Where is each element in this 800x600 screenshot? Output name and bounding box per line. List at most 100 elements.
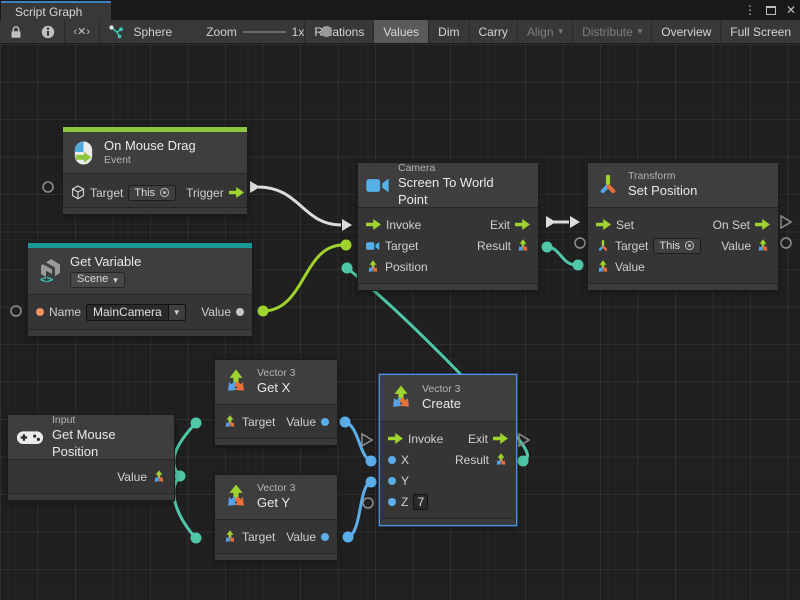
dropdown-caret-icon: ▾ (559, 26, 564, 37)
vector3-port-icon[interactable] (223, 415, 237, 429)
unconnected-flow-indicator[interactable] (362, 434, 372, 446)
node-set-position[interactable]: Transform Set Position Set On Set Target (588, 163, 778, 290)
wire-trigger-to-invoke[interactable] (258, 187, 341, 225)
vector3-port-icon[interactable] (756, 239, 770, 253)
wire-endpoint[interactable] (191, 533, 202, 544)
flow-arrow-icon[interactable] (229, 187, 244, 198)
zoom-label: Zoom (206, 25, 237, 39)
variable-scope-dropdown[interactable]: Scene ▾ (70, 272, 125, 288)
dim-button[interactable]: Dim (428, 20, 468, 43)
target-this-field[interactable]: This (653, 238, 701, 254)
port-value-dot[interactable] (236, 308, 244, 316)
variable-name-dropdown[interactable]: ▼ (169, 304, 186, 321)
port-x-dot[interactable] (388, 456, 396, 464)
align-button[interactable]: Align▾ (517, 20, 572, 43)
camera-port-icon[interactable] (366, 241, 380, 251)
zoom-slider[interactable] (243, 20, 286, 43)
node-get-variable[interactable]: <> Get Variable Scene ▾ Name MainCamera … (28, 243, 252, 336)
flow-arrow-icon[interactable] (755, 219, 770, 230)
transform-port-icon[interactable] (596, 239, 610, 253)
gameobject-cube-icon[interactable] (71, 185, 85, 200)
wire-endpoint[interactable] (341, 240, 352, 251)
node-screen-to-world-point[interactable]: Camera Screen To World Point Invoke Exit… (358, 163, 538, 290)
distribute-button[interactable]: Distribute▾ (572, 20, 651, 43)
port-y-dot[interactable] (388, 477, 396, 485)
carry-button[interactable]: Carry (469, 20, 517, 43)
zoom-slider-handle[interactable] (321, 26, 332, 37)
port-label: Value (117, 470, 147, 484)
wire-mousepos-to-getx[interactable] (174, 424, 195, 476)
graph-canvas[interactable]: On Mouse Drag Event Target This Trigger (0, 44, 800, 600)
vector3-port-icon[interactable] (494, 453, 508, 467)
wire-gety-to-createy[interactable] (348, 483, 369, 537)
object-picker-icon[interactable] (684, 240, 695, 251)
vector3-icon (223, 484, 249, 510)
node-get-mouse-position[interactable]: Input Get Mouse Position Value (8, 415, 174, 500)
port-value-dot[interactable] (321, 418, 329, 426)
wire-endpoint[interactable] (518, 456, 529, 467)
node-vector3-create[interactable]: Vector 3 Create Invoke Exit X Result (380, 375, 516, 525)
wire-getx-to-createx[interactable] (345, 422, 369, 460)
node-on-mouse-drag[interactable]: On Mouse Drag Event Target This Trigger (63, 127, 247, 214)
flow-arrow-icon[interactable] (493, 433, 508, 444)
vector3-port-icon[interactable] (223, 530, 237, 544)
info-icon[interactable] (32, 20, 64, 43)
node-get-x[interactable]: Vector 3 Get X Target Value (215, 360, 337, 445)
port-label: Target (385, 239, 418, 253)
vector3-port-icon[interactable] (366, 260, 380, 274)
wire-endpoint[interactable] (366, 456, 377, 467)
wire-endpoint[interactable] (573, 260, 584, 271)
wire-endpoint[interactable] (340, 417, 351, 428)
vector3-port-icon[interactable] (516, 239, 530, 253)
object-picker-icon[interactable] (159, 187, 170, 198)
port-z-dot[interactable] (388, 498, 396, 506)
unconnected-flow-indicator[interactable] (781, 216, 791, 228)
vector3-port-icon[interactable] (596, 260, 610, 274)
flow-arrow-icon[interactable] (366, 219, 381, 230)
node-title: Get Variable (70, 254, 141, 270)
target-this-field[interactable]: This (128, 185, 176, 201)
z-value-field[interactable]: 7 (413, 494, 428, 510)
unconnected-port-indicator[interactable] (43, 182, 53, 192)
tab-script-graph[interactable]: Script Graph (1, 1, 111, 20)
wire-endpoint[interactable] (175, 471, 186, 482)
variable-name-field[interactable]: MainCamera (86, 304, 169, 321)
vector3-port-icon[interactable] (152, 470, 166, 484)
wire-variable-to-target[interactable] (263, 245, 343, 311)
flow-arrow-icon[interactable] (515, 219, 530, 230)
wire-endpoint[interactable] (343, 532, 354, 543)
flow-arrow-icon[interactable] (596, 219, 611, 230)
code-view-icon[interactable]: ‹✕› (64, 20, 99, 43)
port-label: Target (242, 415, 275, 429)
port-name-dot[interactable] (36, 308, 44, 316)
wire-endpoint[interactable] (258, 306, 269, 317)
port-value-dot[interactable] (321, 533, 329, 541)
unconnected-port-indicator[interactable] (11, 306, 21, 316)
wire-input-arrow[interactable] (342, 219, 352, 231)
node-subtitle: Event (104, 154, 196, 167)
wire-endpoint[interactable] (342, 263, 353, 274)
wire-mousepos-to-gety[interactable] (174, 476, 195, 537)
window-menu-icon[interactable]: ⋮ (744, 0, 756, 20)
wire-endpoint[interactable] (366, 477, 377, 488)
zoom-value: 1x (292, 25, 305, 39)
wire-endpoint[interactable] (191, 418, 202, 429)
overview-button[interactable]: Overview (651, 20, 720, 43)
node-title: Get Y (257, 495, 296, 511)
unconnected-port-indicator[interactable] (363, 498, 373, 508)
zoom-slider-track[interactable] (243, 31, 286, 33)
fullscreen-button[interactable]: Full Screen (720, 20, 800, 43)
close-icon[interactable]: ✕ (786, 0, 796, 20)
unconnected-port-indicator[interactable] (575, 238, 585, 248)
values-button[interactable]: Values (373, 20, 428, 43)
flow-arrow-icon[interactable] (388, 433, 403, 444)
wire-endpoint[interactable] (542, 242, 553, 253)
maximize-icon[interactable] (766, 6, 776, 15)
port-label: X (401, 453, 409, 467)
relations-button[interactable]: Relations (304, 20, 373, 43)
titlebar: Script Graph ⋮ ✕ (0, 0, 800, 20)
node-get-y[interactable]: Vector 3 Get Y Target Value (215, 475, 337, 560)
unconnected-port-indicator[interactable] (781, 238, 791, 248)
lock-icon[interactable] (0, 20, 32, 43)
wire-input-arrow[interactable] (570, 216, 580, 228)
